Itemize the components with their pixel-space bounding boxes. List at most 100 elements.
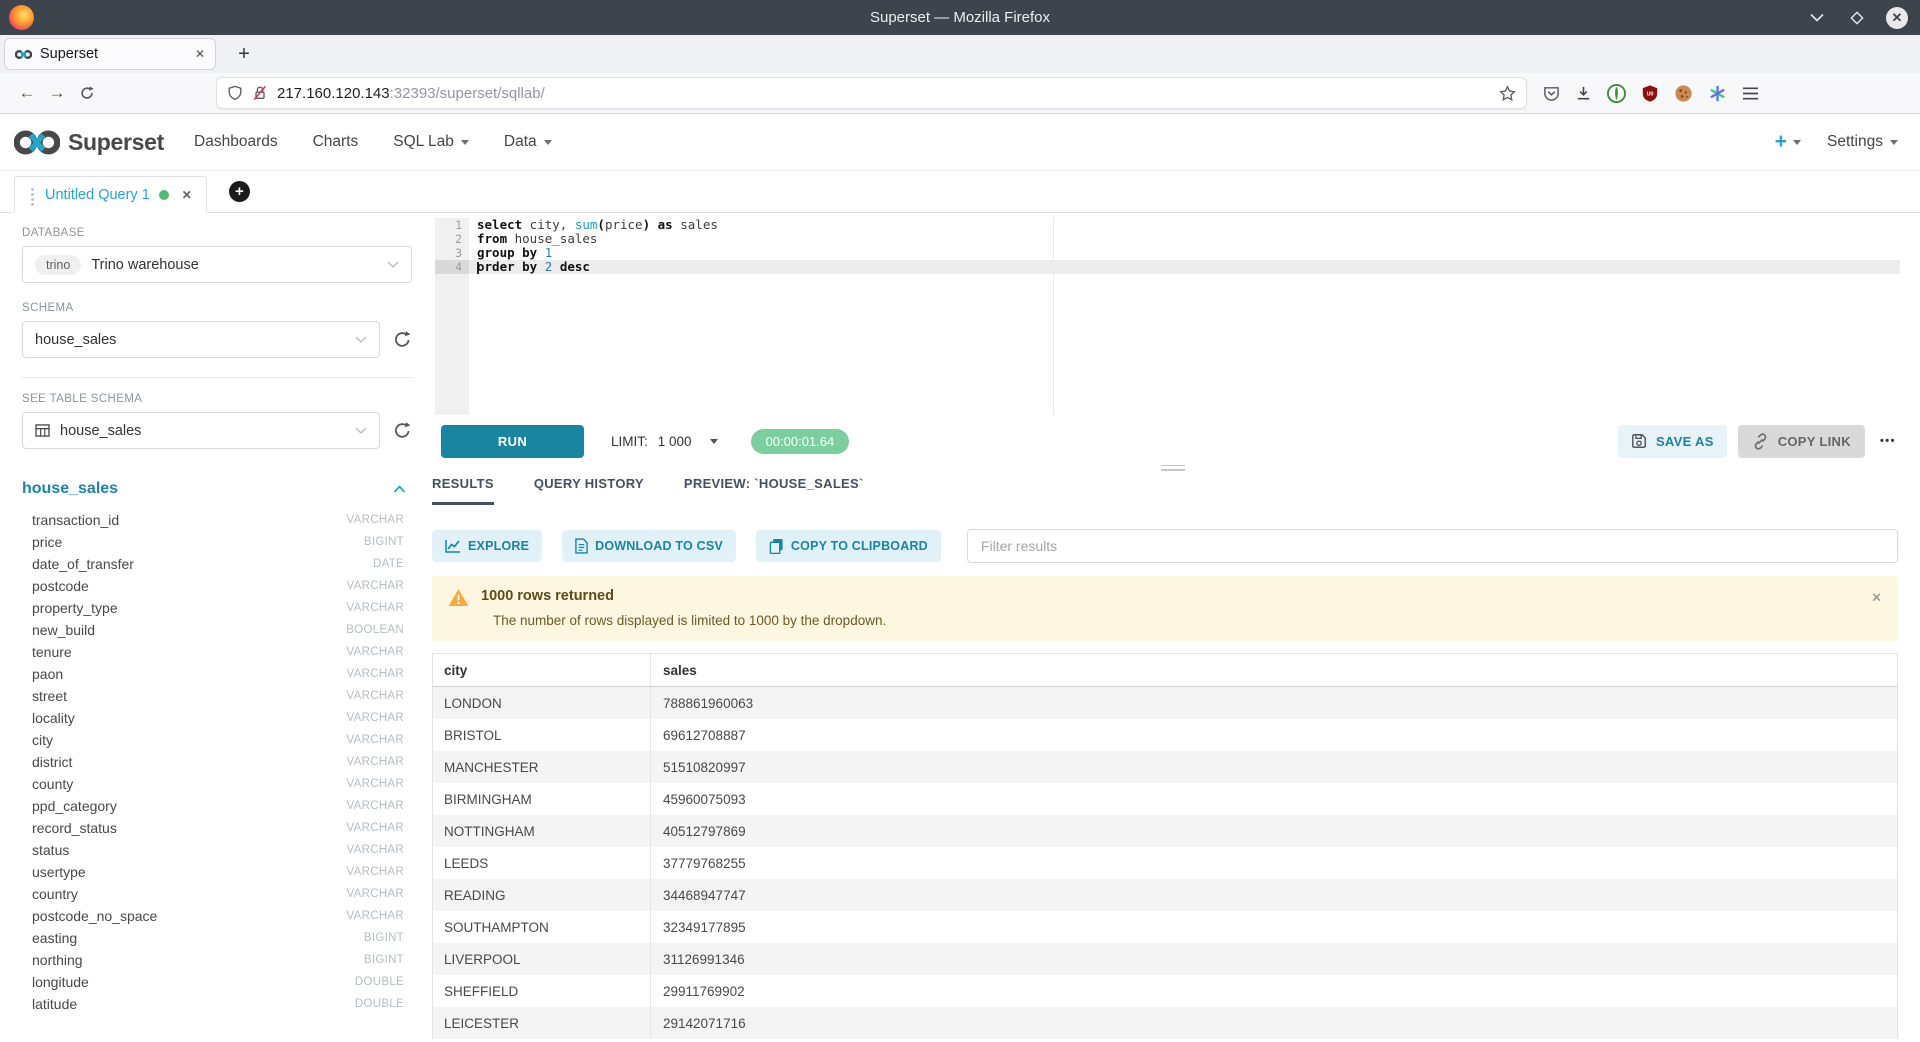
database-select[interactable]: trino Trino warehouse [22,246,412,283]
nav-item-sql-lab[interactable]: SQL Lab [393,133,469,151]
copy-to-clipboard-button[interactable]: COPY TO CLIPBOARD [756,530,941,562]
new-tab-icon[interactable]: + [230,43,258,66]
tab-close-icon[interactable]: ✕ [195,47,205,61]
schema-column-row: localityVARCHAR [22,707,412,729]
close-icon[interactable]: ✕ [1886,7,1908,29]
query-tab[interactable]: Untitled Query 1 ✕ [14,176,207,213]
more-options-button[interactable]: ••• [1876,435,1900,447]
shield-icon[interactable] [227,85,243,101]
column-name: ppd_category [32,798,117,814]
column-type: VARCHAR [347,690,404,702]
cell-city: LEICESTER [433,1007,651,1039]
reload-icon[interactable] [72,85,102,101]
code-line: select city, sum(price) as sales [469,218,1900,232]
table-select[interactable]: house_sales [22,412,380,449]
alert-close-icon[interactable]: ✕ [1871,590,1882,606]
schema-column-row: district VARCHAR [22,751,412,773]
minimize-icon[interactable] [1806,7,1828,29]
maximize-icon[interactable] [1846,7,1868,29]
add-new-button[interactable]: + [1775,130,1801,154]
pane-resize-handle[interactable] [425,459,1920,476]
sidebar-divider [22,377,412,378]
chevron-down-icon [1890,140,1898,145]
column-name: record_status [32,820,117,836]
collapse-chevron-up-icon[interactable] [393,485,406,493]
refresh-schema-icon[interactable] [393,330,412,349]
code-line: from house_sales [469,232,1900,246]
browser-tabstrip: Superset ✕ + [0,35,1920,73]
brand-wordmark: Superset [68,129,164,156]
window-title: Superset — Mozilla Firefox [0,9,1920,26]
cell-city: READING [433,879,651,911]
nav-item-charts[interactable]: Charts [313,133,359,151]
download-csv-button[interactable]: DOWNLOAD TO CSV [562,530,736,562]
back-icon[interactable]: ← [12,83,42,103]
tab-results[interactable]: RESULTS [432,476,494,505]
menu-icon[interactable] [1742,86,1759,101]
cell-sales: 31126991346 [651,943,1897,975]
column-type: DATE [373,558,404,570]
column-type: BIGINT [364,954,404,966]
schema-column-row: countryVARCHAR [22,883,412,905]
clipboard-icon [769,538,784,554]
privacy-badger-icon[interactable] [1607,84,1626,103]
copy-link-button[interactable]: COPY LINK [1738,425,1865,458]
cell-city: NOTTINGHAM [433,815,651,847]
url-bar[interactable]: 217.160.120.143:32393/superset/sqllab/ [216,77,1527,109]
nav-item-data[interactable]: Data [504,133,552,151]
column-type: VARCHAR [347,756,404,768]
chevron-down-icon [544,140,552,145]
cell-city: LEEDS [433,847,651,879]
column-name: locality [32,710,75,726]
chevron-down-icon [461,140,469,145]
column-name: latitude [32,996,77,1012]
tab-query-history[interactable]: QUERY HISTORY [534,476,644,505]
sql-toolbar: RUN LIMIT: 1 000 00:00:01.64 SAVE AS [441,423,1900,459]
sql-editor[interactable]: 1234 select city, sum(price) as salesfro… [435,218,1900,415]
browser-tab[interactable]: Superset ✕ [4,38,216,70]
explore-button[interactable]: EXPLORE [432,530,542,562]
lock-insecure-icon[interactable] [252,85,268,101]
cell-sales: 45960075093 [651,783,1897,815]
link-icon [1752,433,1769,450]
cell-city: SHEFFIELD [433,975,651,1007]
save-icon [1631,433,1647,449]
pocket-icon[interactable] [1543,85,1560,102]
superset-navbar: Superset Dashboards Charts SQL Lab Data … [0,114,1920,171]
run-button[interactable]: RUN [441,425,584,458]
limit-dropdown[interactable]: LIMIT: 1 000 [611,434,718,449]
schema-column-row: streetVARCHAR [22,685,412,707]
table-row: READING34468947747 [433,879,1897,911]
nav-item-dashboards[interactable]: Dashboards [194,133,278,151]
cookie-icon[interactable] [1674,84,1693,103]
file-icon [575,538,588,554]
column-header-city[interactable]: city [433,654,651,686]
download-icon[interactable] [1575,85,1592,102]
schema-select[interactable]: house_sales [22,321,380,358]
table-row: BRISTOL69612708887 [433,719,1897,751]
database-label: DATABASE [22,227,412,239]
column-type: VARCHAR [347,668,404,680]
drag-handle-icon[interactable] [31,193,34,196]
filter-results-input[interactable] [967,529,1898,563]
column-type: VARCHAR [347,866,404,878]
results-table: city sales LONDON788861960063BRISTOL6961… [432,653,1898,1039]
table-row: LONDON788861960063 [433,687,1897,719]
settings-menu[interactable]: Settings [1827,133,1898,151]
superset-brand[interactable]: Superset [14,129,164,156]
save-as-button[interactable]: SAVE AS [1618,425,1727,458]
tab-preview[interactable]: PREVIEW: `HOUSE_SALES` [684,476,864,505]
ublock-icon[interactable]: U0 [1641,84,1659,103]
column-header-sales[interactable]: sales [651,654,1897,686]
new-query-tab-button[interactable]: + [229,181,250,202]
table-schema-title[interactable]: house_sales [22,480,118,498]
query-tab-close-icon[interactable]: ✕ [182,188,192,202]
container-asterisk-icon[interactable] [1708,84,1727,103]
schema-value: house_sales [35,332,345,348]
column-name: district [32,754,72,770]
table-row: LEEDS37779768255 [433,847,1897,879]
bookmark-star-icon[interactable] [1499,85,1516,102]
refresh-table-icon[interactable] [393,421,412,440]
forward-icon[interactable]: → [42,83,72,103]
alert-message: The number of rows displayed is limited … [493,613,1871,628]
